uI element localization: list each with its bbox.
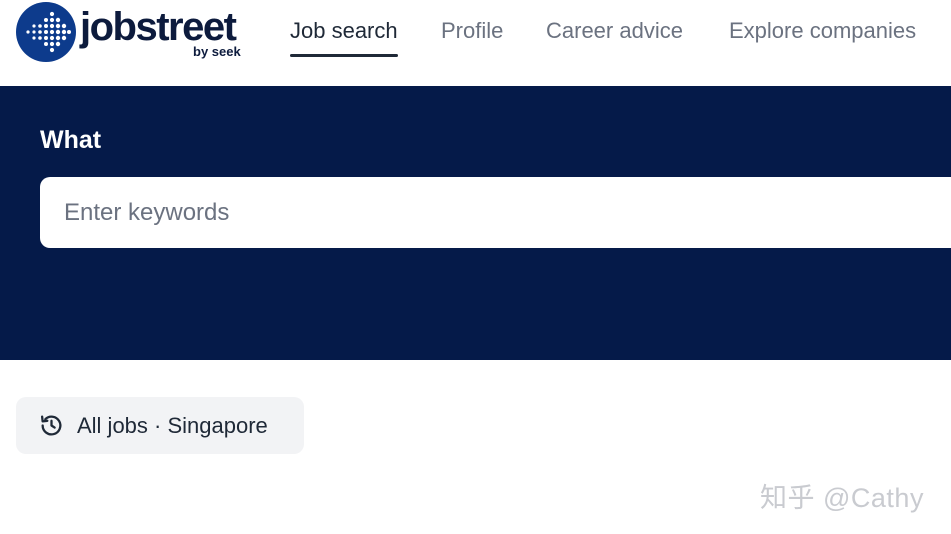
jobstreet-logo[interactable]: jobstreet by seek xyxy=(16,2,256,62)
nav-explore-companies[interactable]: Explore companies xyxy=(729,0,916,62)
brand-name: jobstreet xyxy=(80,5,237,49)
search-hero: What xyxy=(0,86,951,360)
keyword-search-input[interactable] xyxy=(64,177,944,248)
watermark-text: 知乎 @Cathy xyxy=(760,483,924,513)
nav-job-search[interactable]: Job search xyxy=(290,0,398,62)
jobstreet-logo-icon xyxy=(16,2,76,62)
nav-career-advice[interactable]: Career advice xyxy=(546,0,683,62)
keyword-search-box[interactable] xyxy=(40,177,951,248)
what-label: What xyxy=(40,126,102,154)
recent-search-label: All jobs · Singapore xyxy=(77,413,268,438)
history-icon xyxy=(40,415,62,436)
nav-profile[interactable]: Profile xyxy=(441,0,503,62)
brand-subtitle: by seek xyxy=(193,44,241,59)
page: jobstreet by seek Job search Profile Car… xyxy=(0,0,951,534)
recent-search-chip[interactable]: All jobs · Singapore xyxy=(16,397,304,454)
top-header: jobstreet by seek Job search Profile Car… xyxy=(0,0,951,86)
